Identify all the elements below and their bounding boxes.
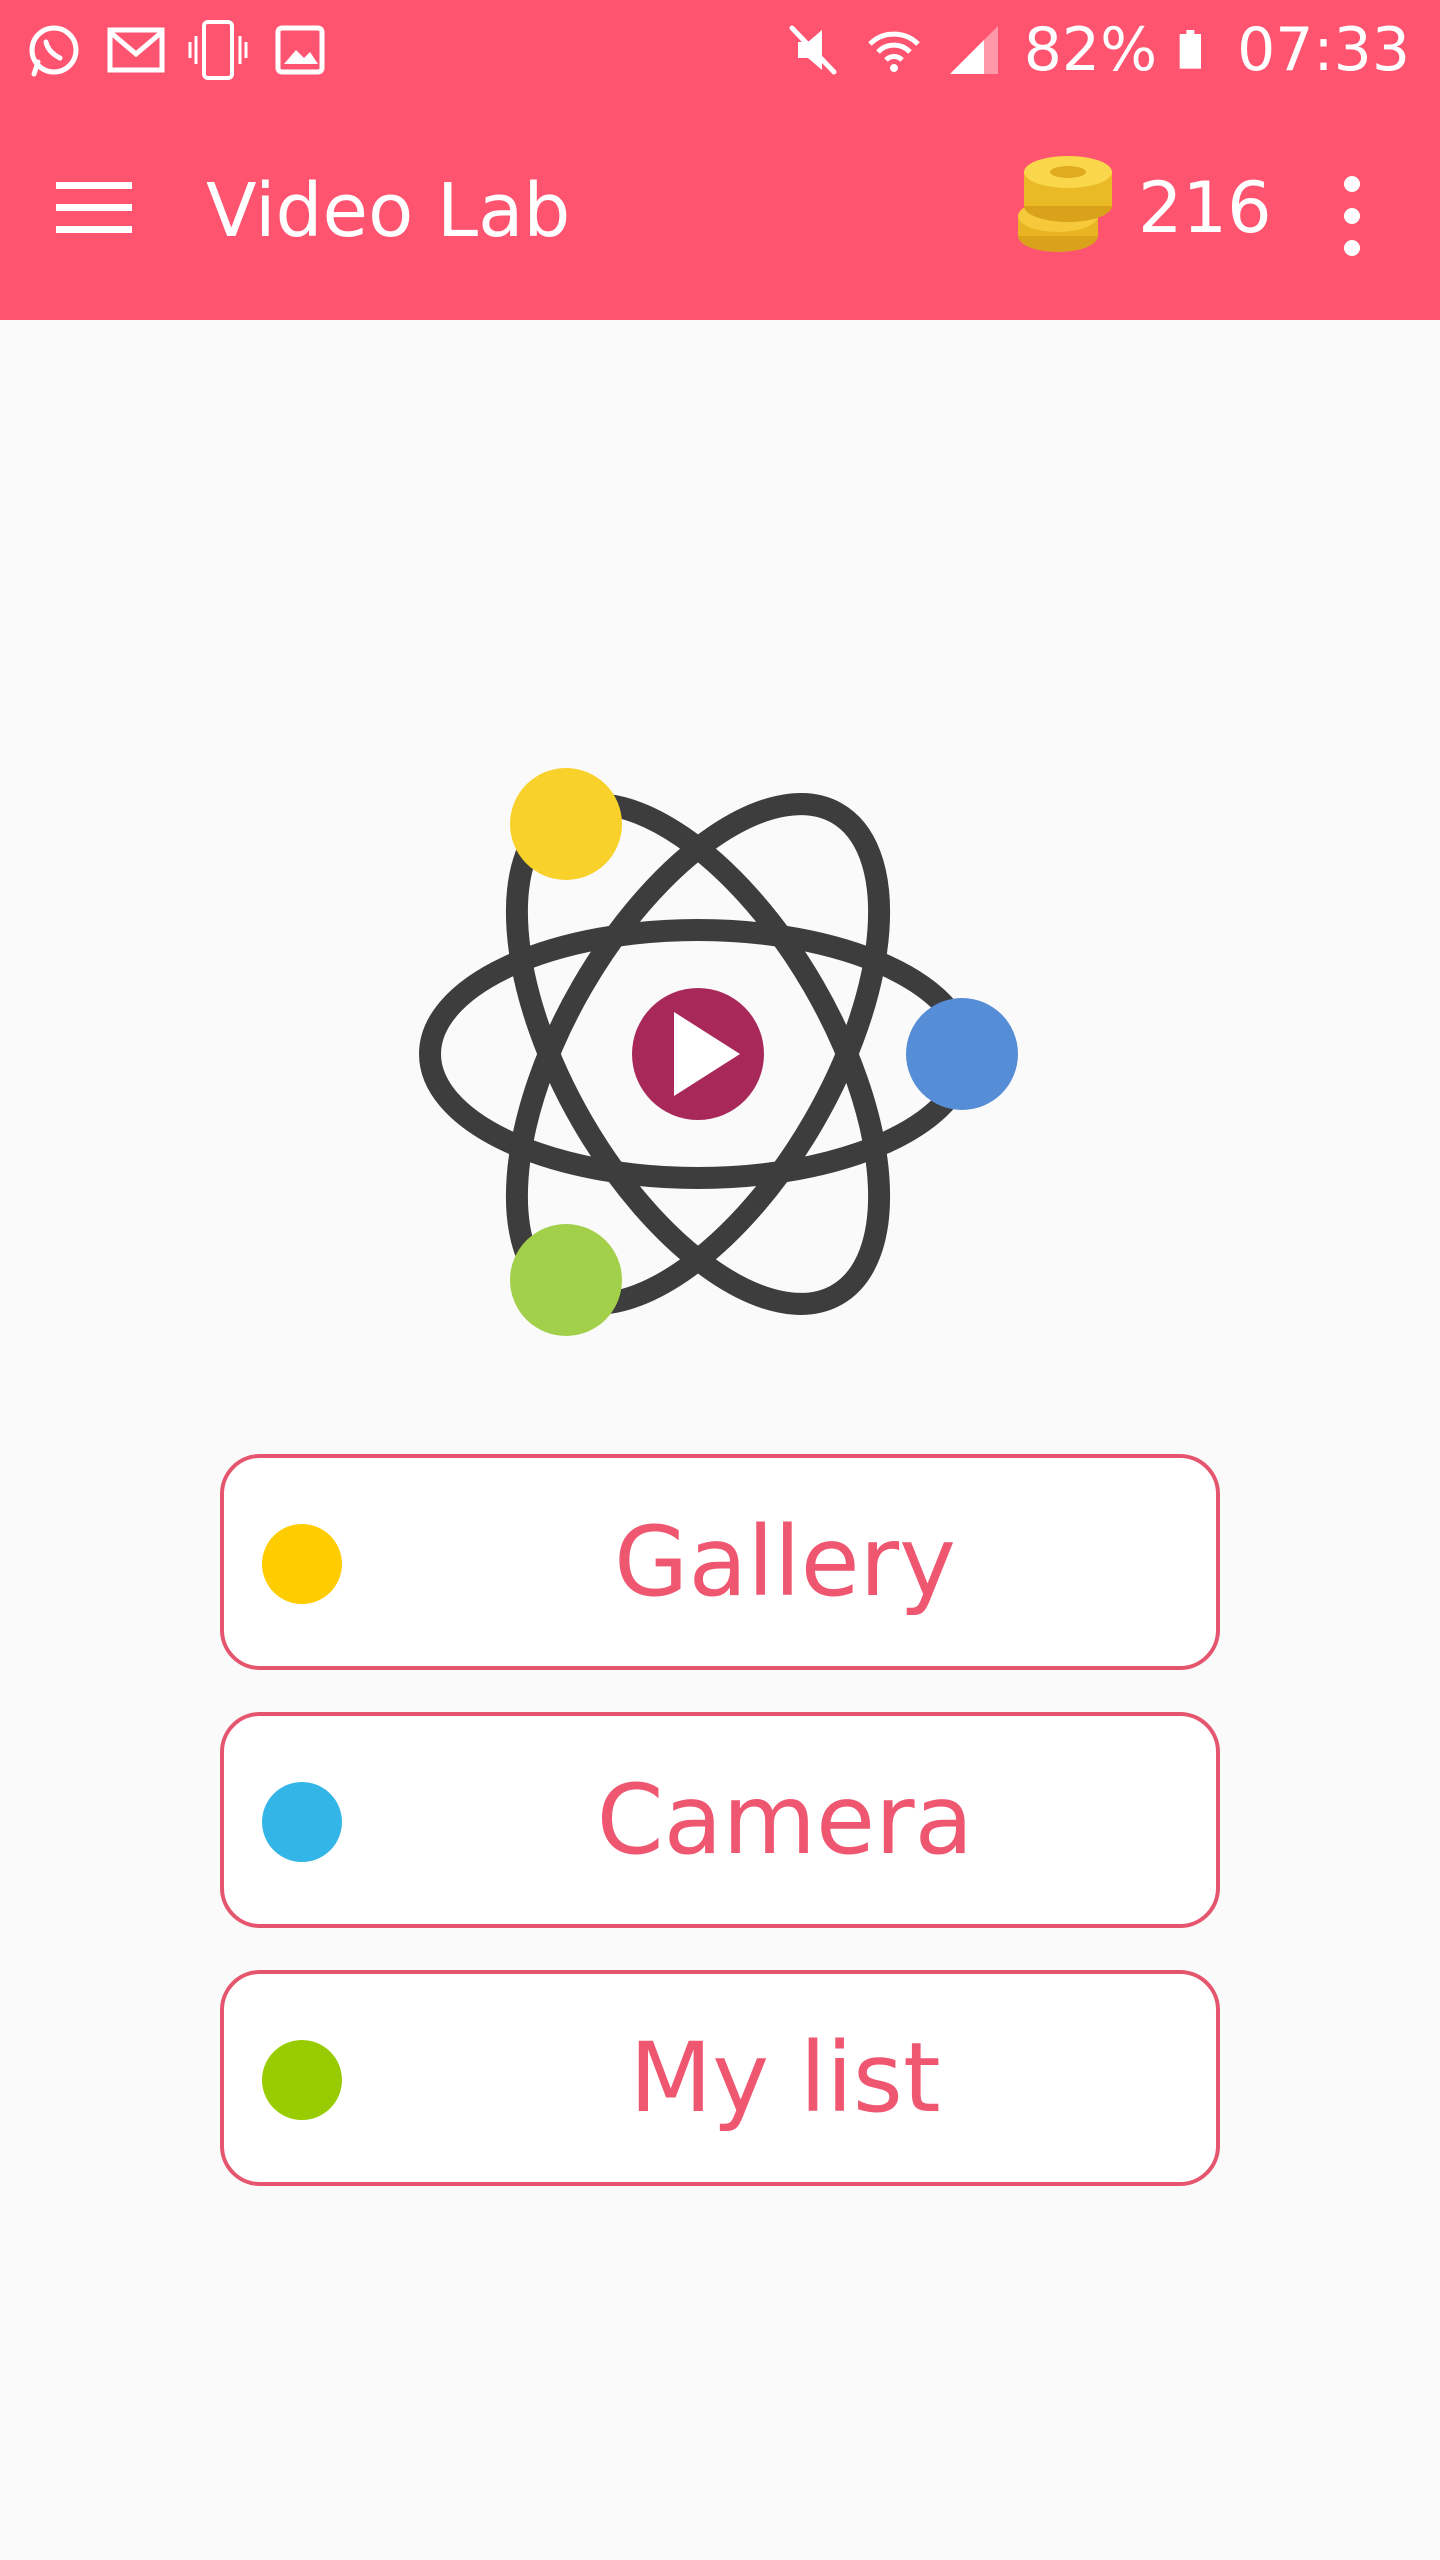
clock: 07:33 [1237,15,1410,85]
more-vert-icon[interactable] [1320,168,1384,264]
my-list-button[interactable]: My list [220,1970,1220,2186]
app-bar: 82% 07:33 Video Lab 216 [0,0,1440,320]
whatsapp-icon [29,25,79,77]
camera-label: Camera [596,1764,974,1876]
status-notification-icons [24,18,330,82]
app-title: Video Lab [206,168,571,254]
camera-dot [262,1782,342,1862]
atom-blue-dot [906,998,1018,1110]
vibrate-phone-icon [188,20,248,80]
mute-icon [789,25,837,75]
video-lab-atom-logo [419,768,1018,1336]
status-system-icons: 82% 07:33 [784,14,1410,86]
atom-yellow-dot [510,768,622,880]
signal-icon [949,26,998,74]
atom-green-dot [510,1224,622,1336]
image-icon [275,25,325,75]
hamburger-menu-icon[interactable] [48,168,144,246]
battery-icon [1179,30,1202,69]
my-list-label: My list [629,2022,941,2134]
toolbar: Video Lab 216 [0,100,1440,320]
my-list-dot [262,2040,342,2120]
gmail-icon [107,27,165,73]
status-bar: 82% 07:33 [0,0,1440,100]
gallery-label: Gallery [614,1506,956,1618]
coin-count[interactable]: 216 [1138,166,1272,250]
wifi-icon [867,31,920,72]
coin-stack-icon[interactable] [1012,150,1132,260]
gallery-dot [262,1524,342,1604]
camera-button[interactable]: Camera [220,1712,1220,1928]
battery-percentage: 82% [1023,15,1158,85]
gallery-button[interactable]: Gallery [220,1454,1220,1670]
